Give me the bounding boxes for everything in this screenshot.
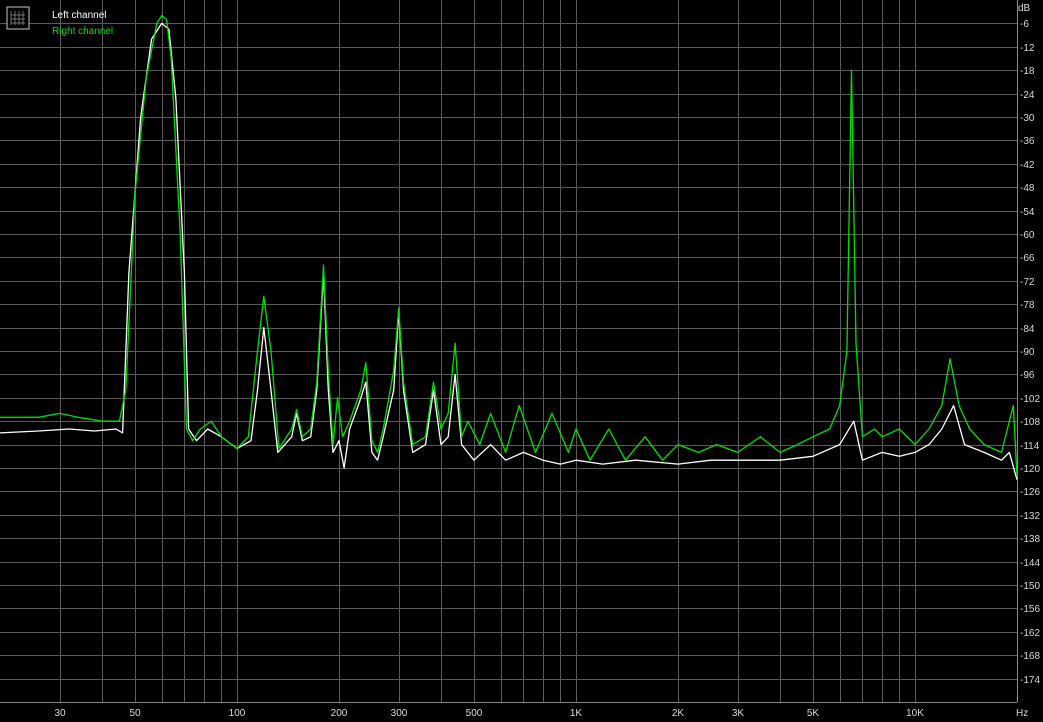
y-tick-label: -132	[1020, 511, 1040, 522]
x-axis-unit: Hz	[1016, 708, 1028, 719]
legend-entry-right-channel: Right channel	[52, 26, 113, 37]
x-tick-label: 10K	[906, 708, 924, 719]
y-tick-label: -78	[1020, 300, 1035, 311]
legend-icon[interactable]	[6, 6, 30, 30]
x-tick-label: 300	[391, 708, 408, 719]
y-tick-label: -6	[1020, 19, 1029, 30]
y-tick-label: -102	[1020, 394, 1040, 405]
y-tick-label: -12	[1020, 43, 1035, 54]
chart-background	[0, 0, 1043, 722]
y-tick-label: -120	[1020, 464, 1040, 475]
y-tick-label: -174	[1020, 675, 1040, 686]
x-tick-label: 30	[54, 708, 66, 719]
y-tick-label: -168	[1020, 651, 1040, 662]
x-tick-label: 1K	[570, 708, 583, 719]
x-tick-label: 100	[229, 708, 246, 719]
x-tick-label: 2K	[672, 708, 685, 719]
y-tick-label: -138	[1020, 534, 1040, 545]
y-tick-label: -144	[1020, 558, 1040, 569]
y-tick-label: -36	[1020, 136, 1035, 147]
y-tick-label: -60	[1020, 230, 1035, 241]
legend-entry-left-channel: Left channel	[52, 10, 107, 21]
y-tick-label: -156	[1020, 604, 1040, 615]
y-tick-label: -54	[1020, 207, 1035, 218]
y-tick-label: -90	[1020, 347, 1035, 358]
y-tick-label: -48	[1020, 183, 1035, 194]
x-tick-label: 5K	[807, 708, 820, 719]
x-tick-label: 200	[331, 708, 348, 719]
y-tick-label: -126	[1020, 487, 1040, 498]
y-tick-label: -24	[1020, 90, 1035, 101]
y-axis-unit: dB	[1018, 3, 1031, 14]
y-tick-label: -150	[1020, 581, 1040, 592]
y-tick-label: -108	[1020, 417, 1040, 428]
y-tick-label: -42	[1020, 160, 1035, 171]
x-tick-label: 500	[466, 708, 483, 719]
y-tick-label: -84	[1020, 324, 1035, 335]
y-tick-label: -72	[1020, 277, 1035, 288]
y-tick-label: -96	[1020, 370, 1035, 381]
y-tick-label: -162	[1020, 628, 1040, 639]
x-tick-label: 50	[129, 708, 141, 719]
y-tick-label: -66	[1020, 253, 1035, 264]
y-tick-label: -30	[1020, 113, 1035, 124]
y-tick-label: -18	[1020, 66, 1035, 77]
y-tick-label: -114	[1020, 441, 1040, 452]
x-tick-label: 3K	[732, 708, 745, 719]
spectrum-chart: -6 -12 -18 -24 -30 -36 -42 -48 -54 -60 -66 -72 -78 -8…	[0, 0, 1043, 722]
